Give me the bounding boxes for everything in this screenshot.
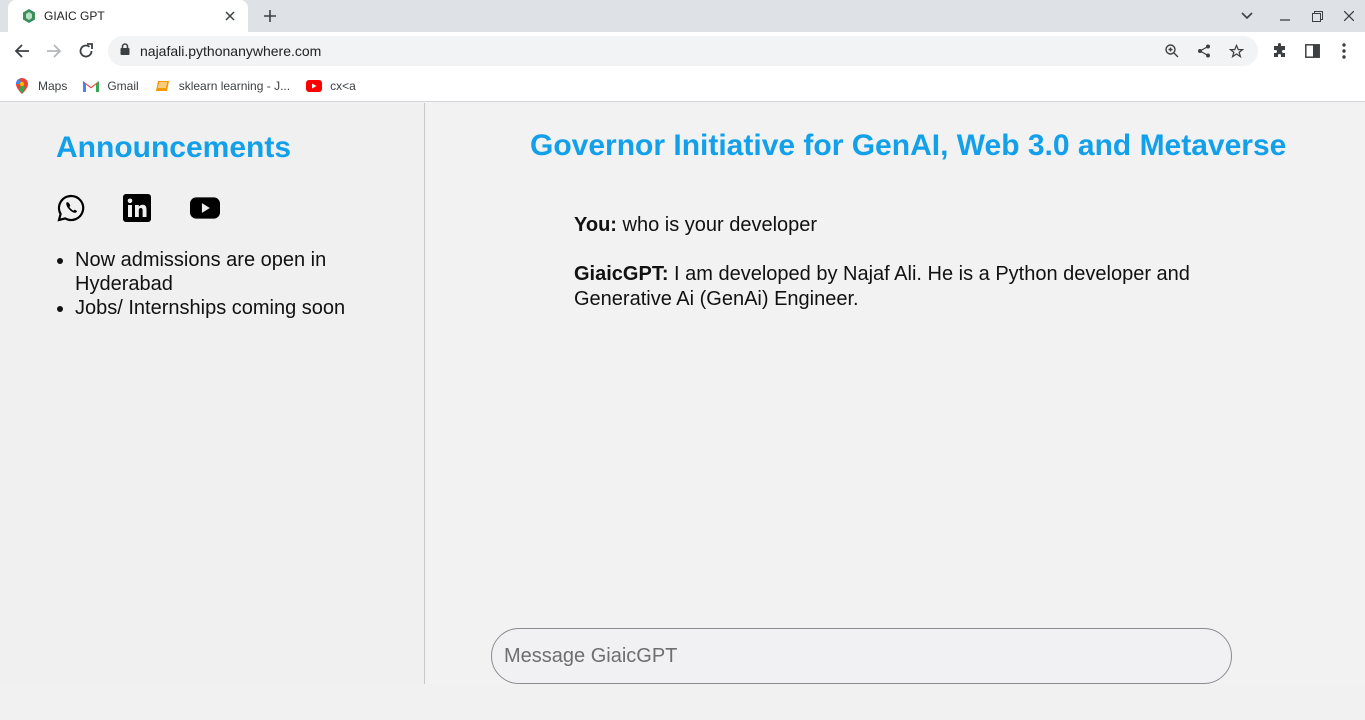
browser-tabstrip: GIAIC GPT — [0, 0, 1365, 32]
announcements-sidebar: Announcements Now admissions are open in… — [0, 103, 425, 684]
page-title: Governor Initiative for GenAI, Web 3.0 a… — [530, 129, 1287, 162]
message-input-container — [491, 628, 1232, 684]
youtube-icon[interactable] — [190, 193, 220, 223]
browser-toolbar: najafali.pythonanywhere.com — [0, 32, 1365, 70]
bookmark-label: Gmail — [107, 78, 139, 93]
bookmark-label: Maps — [38, 78, 68, 93]
page-bottom-area — [0, 684, 1365, 720]
share-icon[interactable] — [1188, 39, 1220, 63]
bookmark-youtube[interactable]: cx<a — [306, 78, 356, 94]
extensions-icon[interactable] — [1266, 37, 1294, 65]
bookmarks-bar: Maps Gmail sklearn learning - J... cx<a — [0, 70, 1365, 102]
browser-tab[interactable]: GIAIC GPT — [8, 0, 248, 32]
page-content: Announcements Now admissions are open in… — [0, 103, 1365, 684]
message-sender: You: — [574, 214, 617, 236]
lock-icon[interactable] — [120, 42, 130, 60]
user-message: You: who is your developer — [574, 213, 1214, 238]
bookmark-sklearn[interactable]: sklearn learning - J... — [155, 78, 290, 94]
url-text[interactable]: najafali.pythonanywhere.com — [140, 43, 321, 59]
close-window-icon[interactable] — [1333, 0, 1365, 32]
message-sender: GiaicGPT: — [574, 263, 669, 285]
minimize-icon[interactable] — [1269, 0, 1301, 32]
book-icon — [155, 78, 171, 94]
message-text: who is your developer — [616, 214, 818, 236]
message-input[interactable] — [492, 629, 1231, 683]
bookmark-label: sklearn learning - J... — [178, 78, 291, 93]
tab-title: GIAIC GPT — [44, 9, 105, 23]
back-icon[interactable] — [8, 37, 36, 65]
window-controls — [1231, 0, 1365, 32]
bookmark-maps[interactable]: Maps — [14, 77, 68, 94]
forward-icon[interactable] — [40, 37, 68, 65]
bookmark-label: cx<a — [330, 78, 356, 93]
youtube-icon — [306, 78, 323, 94]
site-favicon-icon — [22, 9, 36, 23]
menu-kebab-icon[interactable] — [1330, 37, 1358, 65]
whatsapp-icon[interactable] — [56, 193, 86, 223]
maps-icon — [14, 77, 30, 94]
linkedin-icon[interactable] — [122, 193, 152, 223]
restore-icon[interactable] — [1301, 0, 1333, 32]
announcements-list: Now admissions are open in Hyderabad Job… — [75, 248, 385, 320]
list-item: Jobs/ Internships coming soon — [75, 296, 385, 320]
bookmark-star-icon[interactable] — [1220, 39, 1252, 63]
bot-message: GiaicGPT: I am developed by Najaf Ali. H… — [574, 262, 1214, 312]
tab-close-icon[interactable] — [222, 8, 238, 24]
bookmark-gmail[interactable]: Gmail — [83, 78, 139, 94]
announcements-title: Announcements — [56, 131, 292, 164]
list-item: Now admissions are open in Hyderabad — [75, 248, 385, 296]
new-tab-button[interactable] — [258, 4, 282, 28]
zoom-icon[interactable] — [1156, 39, 1188, 63]
social-links — [56, 193, 220, 223]
chat-panel: Governor Initiative for GenAI, Web 3.0 a… — [426, 103, 1365, 684]
side-panel-icon[interactable] — [1298, 37, 1326, 65]
tab-search-icon[interactable] — [1231, 0, 1263, 32]
reload-icon[interactable] — [72, 37, 100, 65]
address-bar[interactable]: najafali.pythonanywhere.com — [108, 36, 1258, 66]
gmail-icon — [83, 78, 100, 94]
